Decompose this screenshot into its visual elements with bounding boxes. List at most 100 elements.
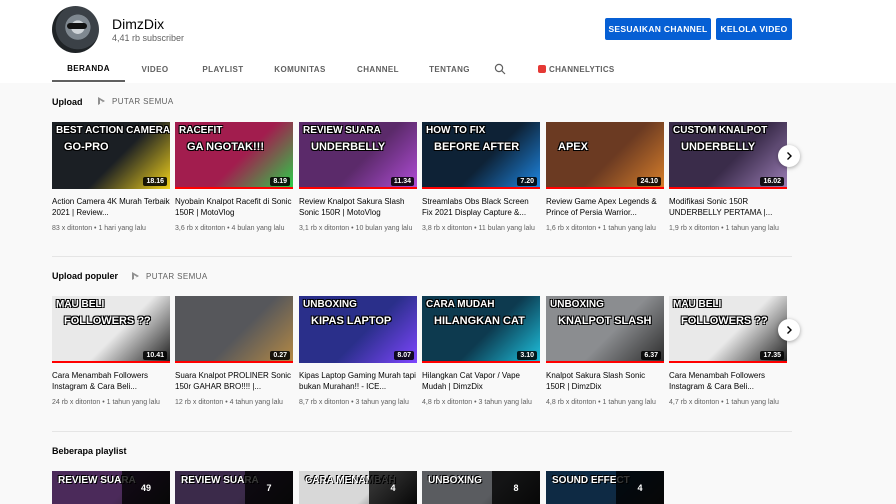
upload-age: 4 bulan yang lalu (231, 225, 285, 232)
playlist-thumbnail[interactable]: CARA MENAMBAH 4 (299, 471, 417, 504)
video-card[interactable]: UNBOXING KNALPOT SLASH 6.37 Knalpot Sakura … (546, 296, 664, 408)
thumbnail-text: KNALPOT SLASH (558, 315, 652, 327)
tab-playlist[interactable]: PLAYLIST (185, 56, 261, 82)
video-meta: 8,7 rb x ditonton • 3 tahun yang lalu (299, 397, 417, 408)
video-card[interactable]: REVIEW SUARA UNDERBELLY 11.34 Review Knalpo… (299, 122, 417, 234)
tab-channel[interactable]: CHANNEL (339, 56, 417, 82)
play-all-upload[interactable]: PUTAR SEMUA (97, 97, 174, 106)
playlist-video-count: 49 (140, 482, 151, 493)
video-thumbnail[interactable]: CUSTOM KNALPOT UNDERBELLY 16.02 (669, 122, 787, 189)
shelf-title-upload[interactable]: Upload (52, 97, 83, 107)
upload-age: 10 bulan yang lalu (355, 225, 413, 232)
video-title[interactable]: Action Camera 4K Murah Terbaik 2021 | Re… (52, 196, 170, 218)
video-card[interactable]: RACEFIT GA NGOTAK!!! 8.19 Nyobain Knalpot R… (175, 122, 293, 234)
channelytics-label: CHANNELYTICS (549, 64, 615, 74)
video-title[interactable]: Review Knalpot Sakura Slash Sonic 150R |… (299, 196, 417, 218)
video-meta: 83 x ditonton • 1 hari yang lalu (52, 223, 170, 234)
duration-badge: 0.27 (270, 351, 290, 360)
video-title[interactable]: Review Game Apex Legends & Prince of Per… (546, 196, 664, 218)
video-meta: 3,6 rb x ditonton • 4 bulan yang lalu (175, 223, 293, 234)
shelf-title-playlists[interactable]: Beberapa playlist (52, 446, 127, 456)
avatar[interactable] (52, 6, 99, 53)
video-title[interactable]: Knalpot Sakura Slash Sonic 150R | DimzDi… (546, 370, 664, 392)
tab-komunitas[interactable]: KOMUNITAS (261, 56, 339, 82)
video-card[interactable]: 0.27 Suara Knalpot PROLINER Sonic 150r GA… (175, 296, 293, 408)
playlist-thumbnail[interactable]: UNBOXING 8 (422, 471, 540, 504)
video-title[interactable]: Cara Menambah Followers Instagram & Cara… (52, 370, 170, 392)
video-title[interactable]: Kipas Laptop Gaming Murah tapi bukan Mur… (299, 370, 417, 392)
thumbnail-text: BEST ACTION CAMERA (56, 125, 170, 136)
upload-age: 1 tahun yang lalu (725, 225, 779, 232)
view-count: 1,9 rb x ditonton (669, 225, 720, 232)
video-thumbnail[interactable]: UNBOXING KIPAS LAPTOP 8.07 (299, 296, 417, 363)
video-thumbnail[interactable]: CARA MUDAH HILANGKAN CAT 3.10 (422, 296, 540, 363)
video-card[interactable]: APEX 24.10 Review Game Apex Legends & Prin… (546, 122, 664, 234)
tab-tentang[interactable]: TENTANG (417, 56, 482, 82)
playlist-count-overlay: 7 (245, 471, 293, 504)
search-icon[interactable] (482, 56, 518, 82)
video-card[interactable]: BEST ACTION CAMERA GO-PRO 18.16 Action Came… (52, 122, 170, 234)
playlist-row: REVIEW SUARA 49 REVIEW SUARA 7 CARA MENAMBAH… (52, 471, 792, 504)
subscriber-count: 4,41 rb subscriber (112, 33, 185, 43)
video-thumbnail[interactable]: MAU BELI FOLLOWERS ?? 10.41 (52, 296, 170, 363)
video-title[interactable]: Streamlabs Obs Black Screen Fix 2021 Dis… (422, 196, 540, 218)
tab-channelytics[interactable]: CHANNELYTICS (518, 56, 615, 82)
video-thumbnail[interactable]: APEX 24.10 (546, 122, 664, 189)
video-card[interactable]: MAU BELI FOLLOWERS ?? 17.35 Cara Menambah F… (669, 296, 787, 408)
playlist-thumbnail[interactable]: SOUND EFFECT 4 (546, 471, 664, 504)
playlist-thumbnail[interactable]: REVIEW SUARA 49 (52, 471, 170, 504)
tab-beranda[interactable]: BERANDA (52, 56, 125, 82)
manage-videos-button[interactable]: KELOLA VIDEO (716, 18, 792, 40)
video-thumbnail[interactable]: 0.27 (175, 296, 293, 363)
thumbnail-text: UNBOXING (303, 299, 357, 310)
thumbnail-text: FOLLOWERS ?? (681, 315, 768, 327)
view-count: 3,8 rb x ditonton (422, 225, 473, 232)
customize-channel-button[interactable]: SESUAIKAN CHANNEL (605, 18, 711, 40)
video-thumbnail[interactable]: UNBOXING KNALPOT SLASH 6.37 (546, 296, 664, 363)
thumbnail-text: UNBOXING (428, 475, 482, 486)
video-title[interactable]: Cara Menambah Followers Instagram & Cara… (669, 370, 787, 392)
video-card[interactable]: HOW TO FIX BEFORE AFTER 7.20 Streamlabs Obs… (422, 122, 540, 234)
video-thumbnail[interactable]: RACEFIT GA NGOTAK!!! 8.19 (175, 122, 293, 189)
video-card[interactable]: MAU BELI FOLLOWERS ?? 10.41 Cara Menambah F… (52, 296, 170, 408)
thumbnail-text: APEX (558, 141, 588, 153)
upload-age: 4 tahun yang lalu (229, 399, 283, 406)
video-card[interactable]: CUSTOM KNALPOT UNDERBELLY 16.02 Modifikasi … (669, 122, 787, 234)
video-thumbnail[interactable]: MAU BELI FOLLOWERS ?? 17.35 (669, 296, 787, 363)
view-count: 1,6 rb x ditonton (546, 225, 597, 232)
video-title[interactable]: Nyobain Knalpot Racefit di Sonic 150R | … (175, 196, 293, 218)
upload-age: 11 bulan yang lalu (478, 225, 535, 232)
video-meta: 1,6 rb x ditonton • 1 tahun yang lalu (546, 223, 664, 234)
video-thumbnail[interactable]: BEST ACTION CAMERA GO-PRO 18.16 (52, 122, 170, 189)
video-title[interactable]: Suara Knalpot PROLINER Sonic 150r GAHAR … (175, 370, 293, 392)
channelytics-icon (538, 65, 546, 73)
play-all-label: PUTAR SEMUA (146, 272, 208, 281)
video-card[interactable]: CARA MUDAH HILANGKAN CAT 3.10 Hilangkan Cat… (422, 296, 540, 408)
video-card[interactable]: UNBOXING KIPAS LAPTOP 8.07 Kipas Laptop Gam… (299, 296, 417, 408)
view-count: 3,1 rb x ditonton (299, 225, 350, 232)
shelf-title-popular[interactable]: Upload populer (52, 271, 118, 281)
video-title[interactable]: Modifikasi Sonic 150R UNDERBELLY PERTAMA… (669, 196, 787, 218)
chevron-right-icon[interactable] (778, 319, 800, 341)
upload-age: 1 tahun yang lalu (602, 399, 656, 406)
playlist-video-count: 4 (390, 482, 396, 493)
thumbnail-text: CUSTOM KNALPOT (673, 125, 768, 136)
play-icon (131, 272, 140, 281)
thumbnail-text: KIPAS LAPTOP (311, 315, 392, 327)
video-thumbnail[interactable]: REVIEW SUARA UNDERBELLY 11.34 (299, 122, 417, 189)
video-title[interactable]: Hilangkan Cat Vapor / Vape Mudah | DimzD… (422, 370, 540, 392)
chevron-right-icon[interactable] (778, 145, 800, 167)
thumbnail-text: MAU BELI (673, 299, 722, 310)
thumbnail-text: HILANGKAN CAT (434, 315, 525, 327)
upload-age: 3 tahun yang lalu (478, 399, 532, 406)
divider (52, 431, 792, 432)
playlist-count-overlay: 8 (492, 471, 540, 504)
thumbnail-text: UNDERBELLY (681, 141, 756, 153)
video-thumbnail[interactable]: HOW TO FIX BEFORE AFTER 7.20 (422, 122, 540, 189)
playlist-video-count: 4 (637, 482, 643, 493)
playlist-thumbnail[interactable]: REVIEW SUARA 7 (175, 471, 293, 504)
tab-video[interactable]: VIDEO (125, 56, 185, 82)
view-count: 24 rb x ditonton (52, 399, 101, 406)
play-all-popular[interactable]: PUTAR SEMUA (131, 272, 208, 281)
duration-badge: 16.02 (760, 177, 784, 186)
